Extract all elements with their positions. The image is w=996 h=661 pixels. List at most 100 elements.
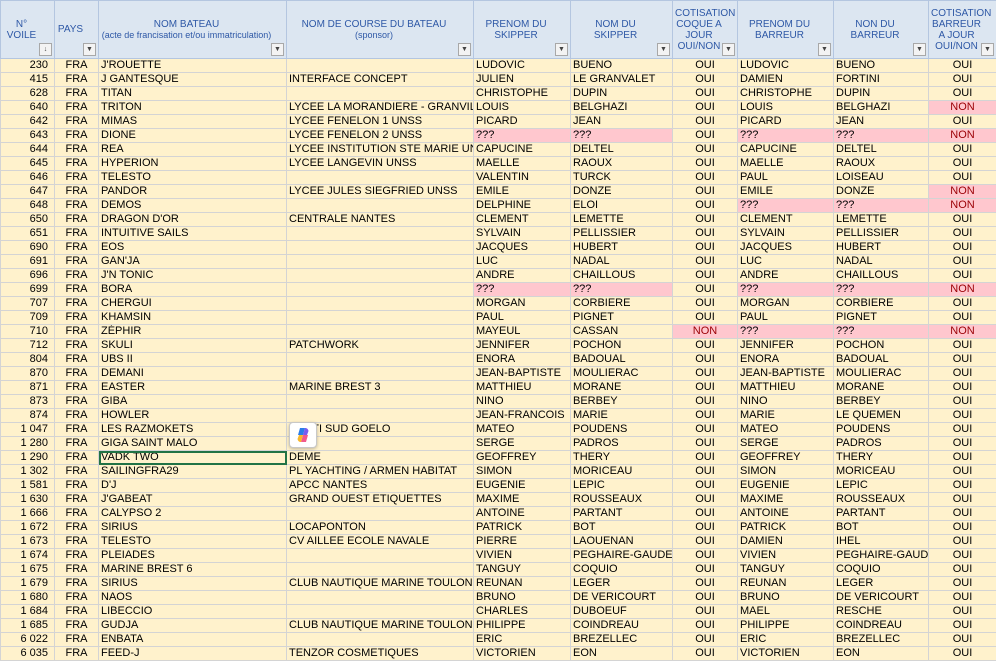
cell-nom-skipper[interactable]: MOULIERAC (570, 366, 673, 381)
cell-voile[interactable]: 871 (0, 380, 55, 395)
cell-cotisation-barreur[interactable]: OUI (928, 408, 996, 423)
cell-nom-course[interactable] (286, 632, 474, 647)
cell-nom-barreur[interactable]: DUPIN (833, 86, 929, 101)
cell-voile[interactable]: 646 (0, 170, 55, 185)
cell-nom-barreur[interactable]: PEGHAIRE-GAUDEUL (833, 548, 929, 563)
cell-nom-course[interactable]: DEME (286, 450, 474, 465)
cell-prenom-barreur[interactable]: MORGAN (737, 296, 834, 311)
cell-pays[interactable]: FRA (54, 352, 99, 367)
cell-nom-skipper[interactable]: LEGER (570, 576, 673, 591)
cell-cotisation-barreur[interactable]: NON (928, 128, 996, 143)
cell-prenom-skipper[interactable]: SERGE (473, 436, 571, 451)
cell-cotisation-coque[interactable]: OUI (672, 72, 738, 87)
cell-nom-course[interactable] (286, 394, 474, 409)
cell-nom-bateau[interactable]: GIGA SAINT MALO (98, 436, 287, 451)
cell-pays[interactable]: FRA (54, 478, 99, 493)
cell-cotisation-barreur[interactable]: NON (928, 184, 996, 199)
cell-nom-bateau[interactable]: LIBECCIO (98, 604, 287, 619)
cell-voile[interactable]: 1 302 (0, 464, 55, 479)
cell-nom-course[interactable]: INTERFACE CONCEPT (286, 72, 474, 87)
cell-pays[interactable]: FRA (54, 534, 99, 549)
cell-nom-skipper[interactable]: BELGHAZI (570, 100, 673, 115)
cell-cotisation-barreur[interactable]: OUI (928, 170, 996, 185)
cell-cotisation-barreur[interactable]: OUI (928, 534, 996, 549)
filter-dropdown-button[interactable]: ↓ (39, 43, 52, 56)
cell-prenom-barreur[interactable]: REUNAN (737, 576, 834, 591)
cell-nom-course[interactable] (286, 324, 474, 339)
cell-prenom-skipper[interactable]: MAXIME (473, 492, 571, 507)
cell-nom-barreur[interactable]: BREZELLEC (833, 632, 929, 647)
cell-cotisation-coque[interactable]: OUI (672, 212, 738, 227)
cell-nom-bateau[interactable]: TELESTO (98, 170, 287, 185)
cell-nom-bateau[interactable]: EOS (98, 240, 287, 255)
cell-nom-barreur[interactable]: MOULIERAC (833, 366, 929, 381)
cell-prenom-barreur[interactable]: SIMON (737, 464, 834, 479)
cell-nom-bateau[interactable]: VADK TWO (98, 450, 287, 465)
cell-nom-barreur[interactable]: PIGNET (833, 310, 929, 325)
cell-prenom-skipper[interactable]: PICARD (473, 114, 571, 129)
cell-voile[interactable]: 707 (0, 296, 55, 311)
cell-nom-barreur[interactable]: JEAN (833, 114, 929, 129)
cell-prenom-skipper[interactable]: MORGAN (473, 296, 571, 311)
cell-voile[interactable]: 1 680 (0, 590, 55, 605)
cell-nom-skipper[interactable]: BADOUAL (570, 352, 673, 367)
cell-prenom-barreur[interactable]: SYLVAIN (737, 226, 834, 241)
cell-cotisation-coque[interactable]: OUI (672, 170, 738, 185)
cell-nom-barreur[interactable]: ??? (833, 198, 929, 213)
cell-nom-skipper[interactable]: LEPIC (570, 478, 673, 493)
cell-nom-course[interactable] (286, 282, 474, 297)
cell-prenom-skipper[interactable]: JEAN-BAPTISTE (473, 366, 571, 381)
cell-cotisation-coque[interactable]: OUI (672, 198, 738, 213)
cell-voile[interactable]: 415 (0, 72, 55, 87)
filter-dropdown-button[interactable]: ▼ (913, 43, 926, 56)
cell-cotisation-barreur[interactable]: OUI (928, 520, 996, 535)
cell-voile[interactable]: 1 290 (0, 450, 55, 465)
cell-voile[interactable]: 6 035 (0, 646, 55, 661)
cell-prenom-barreur[interactable]: MARIE (737, 408, 834, 423)
cell-nom-bateau[interactable]: CHERGUI (98, 296, 287, 311)
cell-prenom-barreur[interactable]: PHILIPPE (737, 618, 834, 633)
cell-cotisation-coque[interactable]: OUI (672, 506, 738, 521)
cell-cotisation-barreur[interactable]: OUI (928, 268, 996, 283)
cell-nom-barreur[interactable]: POCHON (833, 338, 929, 353)
cell-nom-course[interactable]: LYCEE LANGEVIN UNSS (286, 156, 474, 171)
cell-prenom-barreur[interactable]: LOUIS (737, 100, 834, 115)
cell-prenom-barreur[interactable]: GEOFFREY (737, 450, 834, 465)
cell-nom-skipper[interactable]: LEMETTE (570, 212, 673, 227)
cell-cotisation-coque[interactable]: OUI (672, 156, 738, 171)
cell-pays[interactable]: FRA (54, 254, 99, 269)
cell-nom-bateau[interactable]: SIRIUS (98, 576, 287, 591)
cell-nom-bateau[interactable]: TRITON (98, 100, 287, 115)
cell-pays[interactable]: FRA (54, 156, 99, 171)
cell-cotisation-coque[interactable]: OUI (672, 618, 738, 633)
cell-voile[interactable]: 1 280 (0, 436, 55, 451)
cell-prenom-barreur[interactable]: VICTORIEN (737, 646, 834, 661)
cell-pays[interactable]: FRA (54, 366, 99, 381)
cell-nom-skipper[interactable]: DE VERICOURT (570, 590, 673, 605)
cell-cotisation-coque[interactable]: OUI (672, 464, 738, 479)
cell-prenom-barreur[interactable]: ??? (737, 282, 834, 297)
cell-cotisation-barreur[interactable]: NON (928, 282, 996, 297)
cell-pays[interactable]: FRA (54, 86, 99, 101)
cell-cotisation-coque[interactable]: OUI (672, 226, 738, 241)
cell-prenom-barreur[interactable]: CAPUCINE (737, 142, 834, 157)
cell-prenom-barreur[interactable]: CLEMENT (737, 212, 834, 227)
cell-nom-bateau[interactable]: DEMANI (98, 366, 287, 381)
cell-nom-skipper[interactable]: BUENO (570, 58, 673, 73)
cell-nom-skipper[interactable]: TURCK (570, 170, 673, 185)
cell-cotisation-barreur[interactable]: OUI (928, 450, 996, 465)
cell-nom-skipper[interactable]: LE GRANVALET (570, 72, 673, 87)
cell-nom-course[interactable] (286, 562, 474, 577)
cell-nom-course[interactable] (286, 58, 474, 73)
cell-nom-barreur[interactable]: COQUIO (833, 562, 929, 577)
cell-pays[interactable]: FRA (54, 296, 99, 311)
cell-prenom-barreur[interactable]: PAUL (737, 170, 834, 185)
cell-prenom-skipper[interactable]: EMILE (473, 184, 571, 199)
cell-cotisation-barreur[interactable]: OUI (928, 506, 996, 521)
cell-nom-course[interactable]: LYCEE FENELON 1 UNSS (286, 114, 474, 129)
cell-cotisation-coque[interactable]: OUI (672, 534, 738, 549)
cell-cotisation-barreur[interactable]: OUI (928, 394, 996, 409)
cell-pays[interactable]: FRA (54, 226, 99, 241)
cell-pays[interactable]: FRA (54, 184, 99, 199)
cell-nom-bateau[interactable]: NAOS (98, 590, 287, 605)
